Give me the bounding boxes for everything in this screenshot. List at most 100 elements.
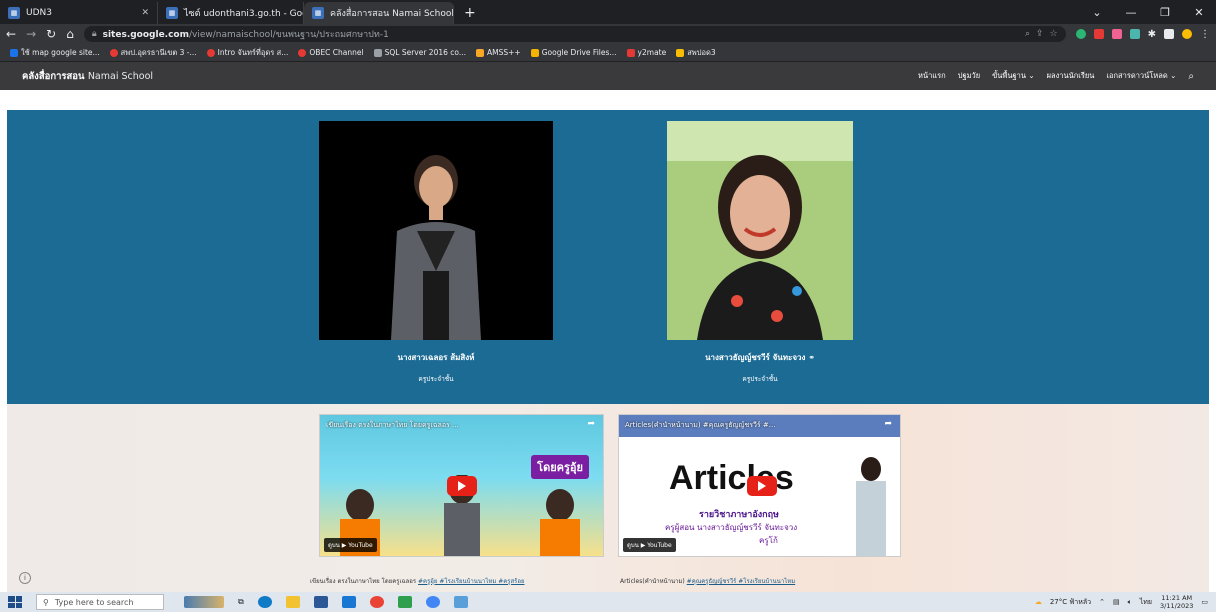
edge-icon[interactable] — [257, 596, 272, 608]
sidepanel-icon[interactable] — [1164, 29, 1174, 39]
bookmark-item[interactable]: OBEC Channel — [298, 48, 364, 57]
video-title: Articles(คำนำหน้านาม) #คุณครูธัญญ์ชรวีร์… — [625, 421, 776, 429]
youtube-embed[interactable]: Articles(คำนำหน้านาม) #คุณครูธัญญ์ชรวีร์… — [618, 414, 901, 557]
taskbar-search-input[interactable]: ⚲ Type here to search — [36, 594, 164, 610]
extension-icon[interactable] — [1129, 29, 1140, 39]
bookmark-item[interactable]: Intro จันทร์ที่อุดร ส... — [206, 47, 288, 59]
tab-label: UDN3 — [26, 8, 52, 18]
store-icon[interactable] — [313, 596, 328, 608]
nav-item-downloads[interactable]: เอกสารดาวน์โหลด ⌄ — [1106, 70, 1176, 82]
line-icon[interactable] — [397, 596, 412, 608]
nav-item-student-work[interactable]: ผลงานนักเรียน — [1047, 70, 1095, 82]
browser-tab[interactable]: ▦ UDN3 ✕ — [0, 2, 158, 24]
link-icon[interactable]: ⚭ — [808, 353, 815, 362]
language-indicator[interactable]: ไทย — [1140, 597, 1152, 608]
bookmark-item[interactable]: สพป.อุดรธานีเขต 3 -... — [109, 47, 197, 59]
back-icon[interactable]: ← — [6, 27, 16, 41]
site-title[interactable]: คลังสื่อการสอน Namai School — [22, 69, 153, 84]
youtube-icon — [206, 48, 215, 57]
tab-label: คลังสื่อการสอน Namai School - ประ — [330, 9, 454, 19]
profile-avatar-icon[interactable] — [1182, 29, 1192, 39]
nav-item-preschool[interactable]: ปฐมวัย — [958, 70, 980, 82]
weather-icon[interactable]: ☁ — [1035, 598, 1042, 606]
bookmark-item[interactable]: ใช้ map google site... — [10, 47, 100, 59]
share-icon[interactable]: ⇪ — [1036, 29, 1044, 39]
bookmark-star-icon[interactable]: ☆ — [1050, 29, 1058, 39]
youtube-icon — [109, 48, 118, 57]
teacher-name: นางสาวธัญญ์ชรวีร์ จันทะจวง ⚭ — [705, 353, 815, 362]
teacher-photo — [319, 121, 553, 340]
bookmarks-bar: ใช้ map google site... สพป.อุดรธานีเขต 3… — [0, 44, 1216, 62]
extension-icon[interactable] — [1093, 29, 1104, 39]
watch-on-youtube-badge[interactable]: ดูบน ▶ YouTube — [623, 538, 676, 552]
bookmark-item[interactable]: AMSS++ — [476, 48, 521, 57]
chevron-up-icon[interactable]: ⌃ — [1099, 598, 1105, 606]
folder-icon — [676, 48, 685, 57]
teachers-section: นางสาวเฉลอร ส้มสิงห์ ครูประจำชั้น นางสาว… — [7, 110, 1209, 404]
system-tray: ☁ 27°C ฟ้าหลัว ⌃ ▤ 🔈︎ ไทย 11:21 AM 3/11/… — [1035, 594, 1208, 610]
puzzle-icon[interactable]: ✱ — [1148, 29, 1156, 40]
close-window-icon[interactable]: ✕ — [1182, 6, 1216, 19]
url-host: sites.google.com — [102, 30, 189, 40]
search-icon[interactable]: ⌕ — [1188, 71, 1194, 82]
photos-icon[interactable] — [453, 596, 468, 608]
notification-icon[interactable]: ▭ — [1201, 598, 1208, 606]
window-controls: ⌄ — ❐ ✕ — [1080, 0, 1216, 24]
hashtag-links[interactable]: #ครูอุ้ย #โรงเรียนบ้านนาไหม #ครูสร้อย — [418, 578, 524, 585]
teacher-photo — [667, 121, 853, 340]
browser-tab[interactable]: ▦ ไซต์ udonthani3.go.th - Google S ✕ — [158, 2, 304, 24]
play-button-icon[interactable] — [747, 476, 777, 496]
reload-icon[interactable]: ↻ — [46, 27, 56, 41]
sql-icon — [373, 48, 382, 57]
site-nav: หน้าแรก ปฐมวัย ขั้นพื้นฐาน ⌄ ผลงานนักเรี… — [918, 70, 1194, 82]
chrome-icon[interactable] — [369, 596, 384, 608]
share-icon[interactable]: ➦ — [884, 419, 892, 429]
youtube-embed[interactable]: เขียนเรื่อง ตรงในภาษาไทย โดยครูเฉลอร ...… — [319, 414, 604, 557]
new-tab-button[interactable]: + — [454, 2, 486, 24]
clock[interactable]: 11:21 AM 3/11/2023 — [1160, 594, 1193, 610]
page-spacer — [0, 90, 1216, 110]
lock-icon: 🔒︎ — [91, 29, 97, 39]
play-button-icon[interactable] — [447, 476, 477, 496]
network-icon[interactable]: ▤ — [1113, 598, 1120, 606]
menu-kebab-icon[interactable]: ⋮ — [1200, 29, 1210, 40]
zoom-icon[interactable]: ⌕ — [1025, 29, 1030, 39]
bookmark-item[interactable]: SQL Server 2016 co... — [373, 48, 466, 57]
extension-icon[interactable] — [1111, 29, 1122, 39]
bookmark-item[interactable]: สพปอด3 — [676, 47, 716, 59]
widgets-icon[interactable] — [184, 596, 224, 608]
chrome-icon[interactable] — [425, 596, 440, 608]
share-icon[interactable]: ➦ — [587, 419, 595, 429]
info-icon[interactable]: i — [19, 572, 31, 584]
youtube-icon — [298, 48, 307, 57]
y2mate-icon — [626, 48, 635, 57]
watch-on-youtube-badge[interactable]: ดูบน ▶ YouTube — [324, 538, 377, 552]
forward-icon[interactable]: → — [26, 27, 36, 41]
file-explorer-icon[interactable] — [285, 596, 300, 608]
address-bar[interactable]: 🔒︎ sites.google.com/view/namaischool/ขนพ… — [83, 26, 1066, 42]
teacher-name: นางสาวเฉลอร ส้มสิงห์ — [397, 353, 475, 362]
windows-start-icon[interactable] — [8, 596, 22, 608]
close-tab-icon[interactable]: ✕ — [141, 8, 149, 18]
tab-search-icon[interactable]: ⌄ — [1080, 6, 1114, 19]
site-favicon-icon: ▦ — [166, 7, 178, 19]
volume-icon[interactable]: 🔈︎ — [1128, 598, 1132, 607]
video-caption: Articles(คำนำหน้านาม) #คุณครูธัญญ์ชรวีร์… — [620, 578, 796, 585]
videos-section: เขียนเรื่อง ตรงในภาษาไทย โดยครูเฉลอร ...… — [7, 404, 1209, 592]
mail-icon[interactable] — [341, 596, 356, 608]
nav-item-home[interactable]: หน้าแรก — [918, 70, 946, 82]
task-view-icon[interactable]: ⧉ — [238, 597, 244, 607]
extension-icon[interactable] — [1075, 29, 1086, 39]
home-icon[interactable]: ⌂ — [66, 27, 74, 41]
windows-taskbar: ⚲ Type here to search ⧉ ☁ 27°C ฟ้าหลัว ⌃… — [0, 592, 1216, 612]
restore-icon[interactable]: ❐ — [1148, 6, 1182, 19]
nav-item-basic[interactable]: ขั้นพื้นฐาน ⌄ — [992, 70, 1034, 82]
bookmark-item[interactable]: y2mate — [626, 48, 666, 57]
minimize-icon[interactable]: — — [1114, 6, 1148, 19]
hashtag-links[interactable]: #คุณครูธัญญ์ชรวีร์ #โรงเรียนบ้านนาไหม — [687, 578, 796, 585]
browser-tab-active[interactable]: ▦ คลังสื่อการสอน Namai School - ประ ✕ — [304, 2, 454, 24]
bookmark-item[interactable]: Google Drive Files... — [530, 48, 617, 57]
teacher-role: ครูประจำชั้น — [742, 375, 778, 383]
weather-text[interactable]: 27°C ฟ้าหลัว — [1050, 597, 1091, 608]
site-favicon-icon: ▦ — [312, 7, 324, 19]
